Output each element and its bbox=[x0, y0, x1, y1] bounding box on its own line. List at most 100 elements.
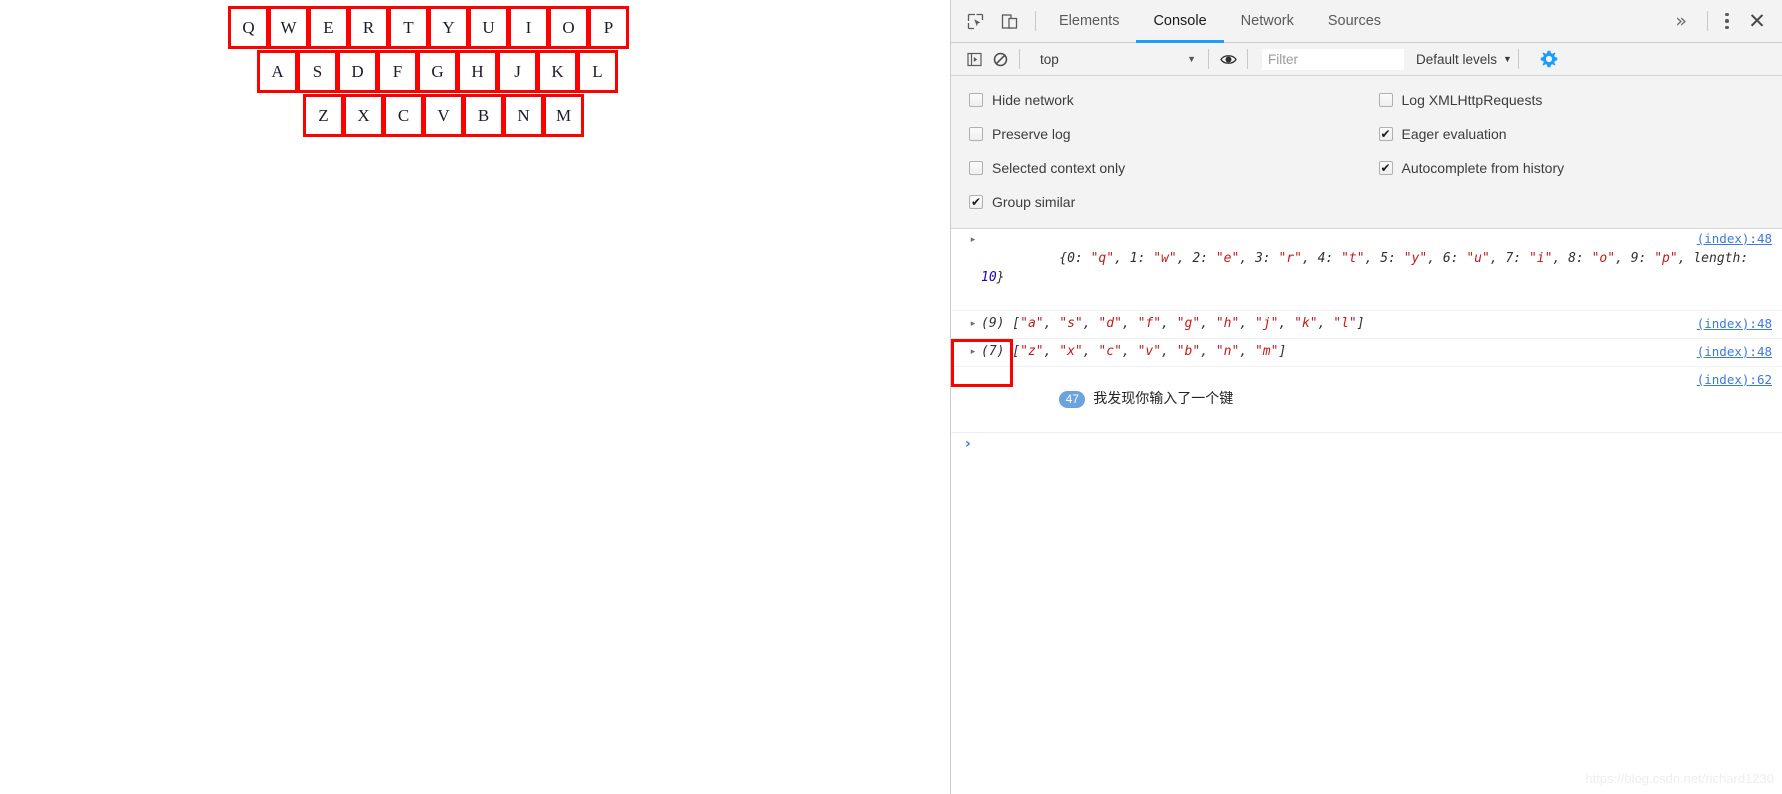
expand-arrow-icon-2[interactable]: ▸ bbox=[965, 314, 981, 334]
console-settings-left-column: Hide network Preserve log Selected conte… bbox=[951, 83, 1367, 219]
key-k[interactable]: K bbox=[537, 50, 578, 93]
key-t[interactable]: T bbox=[388, 6, 429, 49]
setting-autocomplete-history-label: Autocomplete from history bbox=[1401, 160, 1565, 176]
key-n[interactable]: N bbox=[503, 94, 544, 137]
expand-arrow-icon-1[interactable]: ▸ bbox=[965, 230, 981, 250]
blog-watermark: https://blog.csdn.net/richard1230 bbox=[1585, 771, 1774, 786]
console-log-source-4[interactable]: (index):62 bbox=[1697, 370, 1782, 389]
tab-console[interactable]: Console bbox=[1136, 0, 1224, 43]
devtools-tab-list: Elements Console Network Sources bbox=[1042, 0, 1398, 43]
close-devtools-icon[interactable]: ✕ bbox=[1740, 4, 1774, 38]
more-options-icon[interactable] bbox=[1714, 12, 1740, 30]
keyboard-row-bottom: Z X C V B N M bbox=[0, 94, 950, 137]
console-log-text-1: {0: "q", 1: "w", 2: "e", 3: "r", 4: "t",… bbox=[981, 230, 1782, 306]
console-log-row-message[interactable]: 47 我发现你输入了一个键 (index):62 bbox=[951, 367, 1782, 433]
expand-arrow-icon-3[interactable]: ▸ bbox=[965, 342, 981, 362]
key-x[interactable]: X bbox=[343, 94, 384, 137]
key-q[interactable]: Q bbox=[228, 6, 269, 49]
web-page-pane: Q W E R T Y U I O P A S D F G H J K L Z … bbox=[0, 0, 950, 794]
key-s[interactable]: S bbox=[297, 50, 338, 93]
setting-group-similar-label: Group similar bbox=[992, 194, 1076, 210]
group-similar-checkbox[interactable] bbox=[969, 195, 983, 209]
log-xhr-checkbox[interactable] bbox=[1378, 93, 1393, 107]
console-message-text: 我发现你输入了一个键 bbox=[1093, 390, 1234, 406]
setting-log-xhr[interactable]: Log XMLHttpRequests bbox=[1367, 83, 1782, 117]
key-r[interactable]: R bbox=[348, 6, 389, 49]
key-c[interactable]: C bbox=[383, 94, 424, 137]
device-toolbar-icon[interactable] bbox=[995, 7, 1023, 35]
key-v[interactable]: V bbox=[423, 94, 464, 137]
hide-network-checkbox[interactable] bbox=[969, 93, 983, 107]
key-j[interactable]: J bbox=[497, 50, 538, 93]
eager-evaluation-checkbox[interactable] bbox=[1378, 127, 1393, 141]
execution-context-select[interactable]: top ▼ bbox=[1034, 48, 1202, 70]
inspect-element-icon[interactable] bbox=[961, 7, 989, 35]
execution-context-value: top bbox=[1040, 51, 1059, 67]
tab-sources[interactable]: Sources bbox=[1311, 0, 1398, 42]
console-log-text-2: (9) ["a", "s", "d", "f", "g", "h", "j", … bbox=[981, 316, 1365, 331]
tabbar-divider-2 bbox=[1707, 11, 1708, 31]
more-tabs-chevron-icon[interactable]: » bbox=[1661, 10, 1701, 32]
key-p[interactable]: P bbox=[588, 6, 629, 49]
screenshot-root: Q W E R T Y U I O P A S D F G H J K L Z … bbox=[0, 0, 1782, 794]
console-log-row-object[interactable]: ▸ {0: "q", 1: "w", 2: "e", 3: "r", 4: "t… bbox=[951, 229, 1782, 311]
setting-eager-evaluation-label: Eager evaluation bbox=[1401, 126, 1507, 142]
tab-elements[interactable]: Elements bbox=[1042, 0, 1136, 42]
key-e[interactable]: E bbox=[308, 6, 349, 49]
setting-eager-evaluation[interactable]: Eager evaluation bbox=[1367, 117, 1782, 151]
autocomplete-history-checkbox[interactable] bbox=[1378, 161, 1393, 175]
key-i[interactable]: I bbox=[508, 6, 549, 49]
key-l[interactable]: L bbox=[577, 50, 618, 93]
console-log-text-3: (7) ["z", "x", "c", "v", "b", "n", "m"] bbox=[981, 344, 1287, 359]
console-toolbar-divider-4 bbox=[1517, 49, 1519, 69]
console-output[interactable]: ▸ {0: "q", 1: "w", 2: "e", 3: "r", 4: "t… bbox=[951, 229, 1782, 794]
key-o[interactable]: O bbox=[548, 6, 589, 49]
log-levels-select[interactable]: Default levels ▼ bbox=[1416, 52, 1512, 67]
key-f[interactable]: F bbox=[377, 50, 418, 93]
virtual-keyboard: Q W E R T Y U I O P A S D F G H J K L Z … bbox=[0, 6, 950, 137]
key-a[interactable]: A bbox=[257, 50, 298, 93]
key-g[interactable]: G bbox=[417, 50, 458, 93]
setting-group-similar[interactable]: Group similar bbox=[951, 185, 1367, 219]
log-object-raw: {0: "q", 1: "w", 2: "e", 3: "r", 4: "t",… bbox=[981, 251, 1756, 285]
tab-network[interactable]: Network bbox=[1224, 0, 1311, 42]
console-prompt-row[interactable]: › bbox=[951, 433, 1782, 455]
console-log-row-array-bottom[interactable]: ▸ (7) ["z", "x", "c", "v", "b", "n", "m"… bbox=[951, 339, 1782, 367]
tabbar-divider bbox=[1035, 11, 1036, 31]
keyboard-row-top: Q W E R T Y U I O P bbox=[0, 6, 950, 49]
live-expression-icon[interactable] bbox=[1215, 46, 1241, 72]
preserve-log-checkbox[interactable] bbox=[969, 127, 983, 141]
selected-context-only-checkbox[interactable] bbox=[969, 161, 983, 175]
chevron-down-icon-levels: ▼ bbox=[1503, 54, 1512, 64]
key-z[interactable]: Z bbox=[303, 94, 344, 137]
key-w[interactable]: W bbox=[268, 6, 309, 49]
setting-hide-network[interactable]: Hide network bbox=[951, 83, 1367, 117]
console-log-row-array-home[interactable]: ▸ (9) ["a", "s", "d", "f", "g", "h", "j"… bbox=[951, 311, 1782, 339]
console-toolbar-divider-3 bbox=[1247, 49, 1248, 69]
console-sidebar-icon[interactable] bbox=[961, 46, 987, 72]
console-settings-panel: Hide network Preserve log Selected conte… bbox=[951, 76, 1782, 229]
console-log-source-2[interactable]: (index):48 bbox=[1697, 314, 1782, 333]
setting-autocomplete-history[interactable]: Autocomplete from history bbox=[1367, 151, 1782, 185]
console-prompt-caret-icon: › bbox=[965, 436, 971, 452]
setting-selected-context-only-label: Selected context only bbox=[992, 160, 1126, 176]
key-y[interactable]: Y bbox=[428, 6, 469, 49]
clear-console-icon[interactable] bbox=[987, 46, 1013, 72]
setting-preserve-log[interactable]: Preserve log bbox=[951, 117, 1367, 151]
console-filter-input[interactable] bbox=[1262, 48, 1404, 70]
log-repeat-count-badge: 47 bbox=[1059, 391, 1086, 408]
console-log-source-3[interactable]: (index):48 bbox=[1697, 342, 1782, 361]
key-h[interactable]: H bbox=[457, 50, 498, 93]
setting-selected-context-only[interactable]: Selected context only bbox=[951, 151, 1367, 185]
settings-gear-icon[interactable] bbox=[1535, 45, 1563, 73]
key-u[interactable]: U bbox=[468, 6, 509, 49]
devtools-panel: Elements Console Network Sources » ✕ top… bbox=[950, 0, 1782, 794]
console-toolbar: top ▼ Default levels ▼ bbox=[951, 43, 1782, 76]
key-b[interactable]: B bbox=[463, 94, 504, 137]
key-m[interactable]: M bbox=[543, 94, 584, 137]
log-levels-label: Default levels bbox=[1416, 51, 1498, 67]
console-settings-rows: Hide network Preserve log Selected conte… bbox=[951, 83, 1782, 219]
key-d[interactable]: D bbox=[337, 50, 378, 93]
devtools-tabbar: Elements Console Network Sources » ✕ bbox=[951, 0, 1782, 43]
console-log-source-1[interactable]: (index):48 bbox=[1697, 231, 1772, 246]
